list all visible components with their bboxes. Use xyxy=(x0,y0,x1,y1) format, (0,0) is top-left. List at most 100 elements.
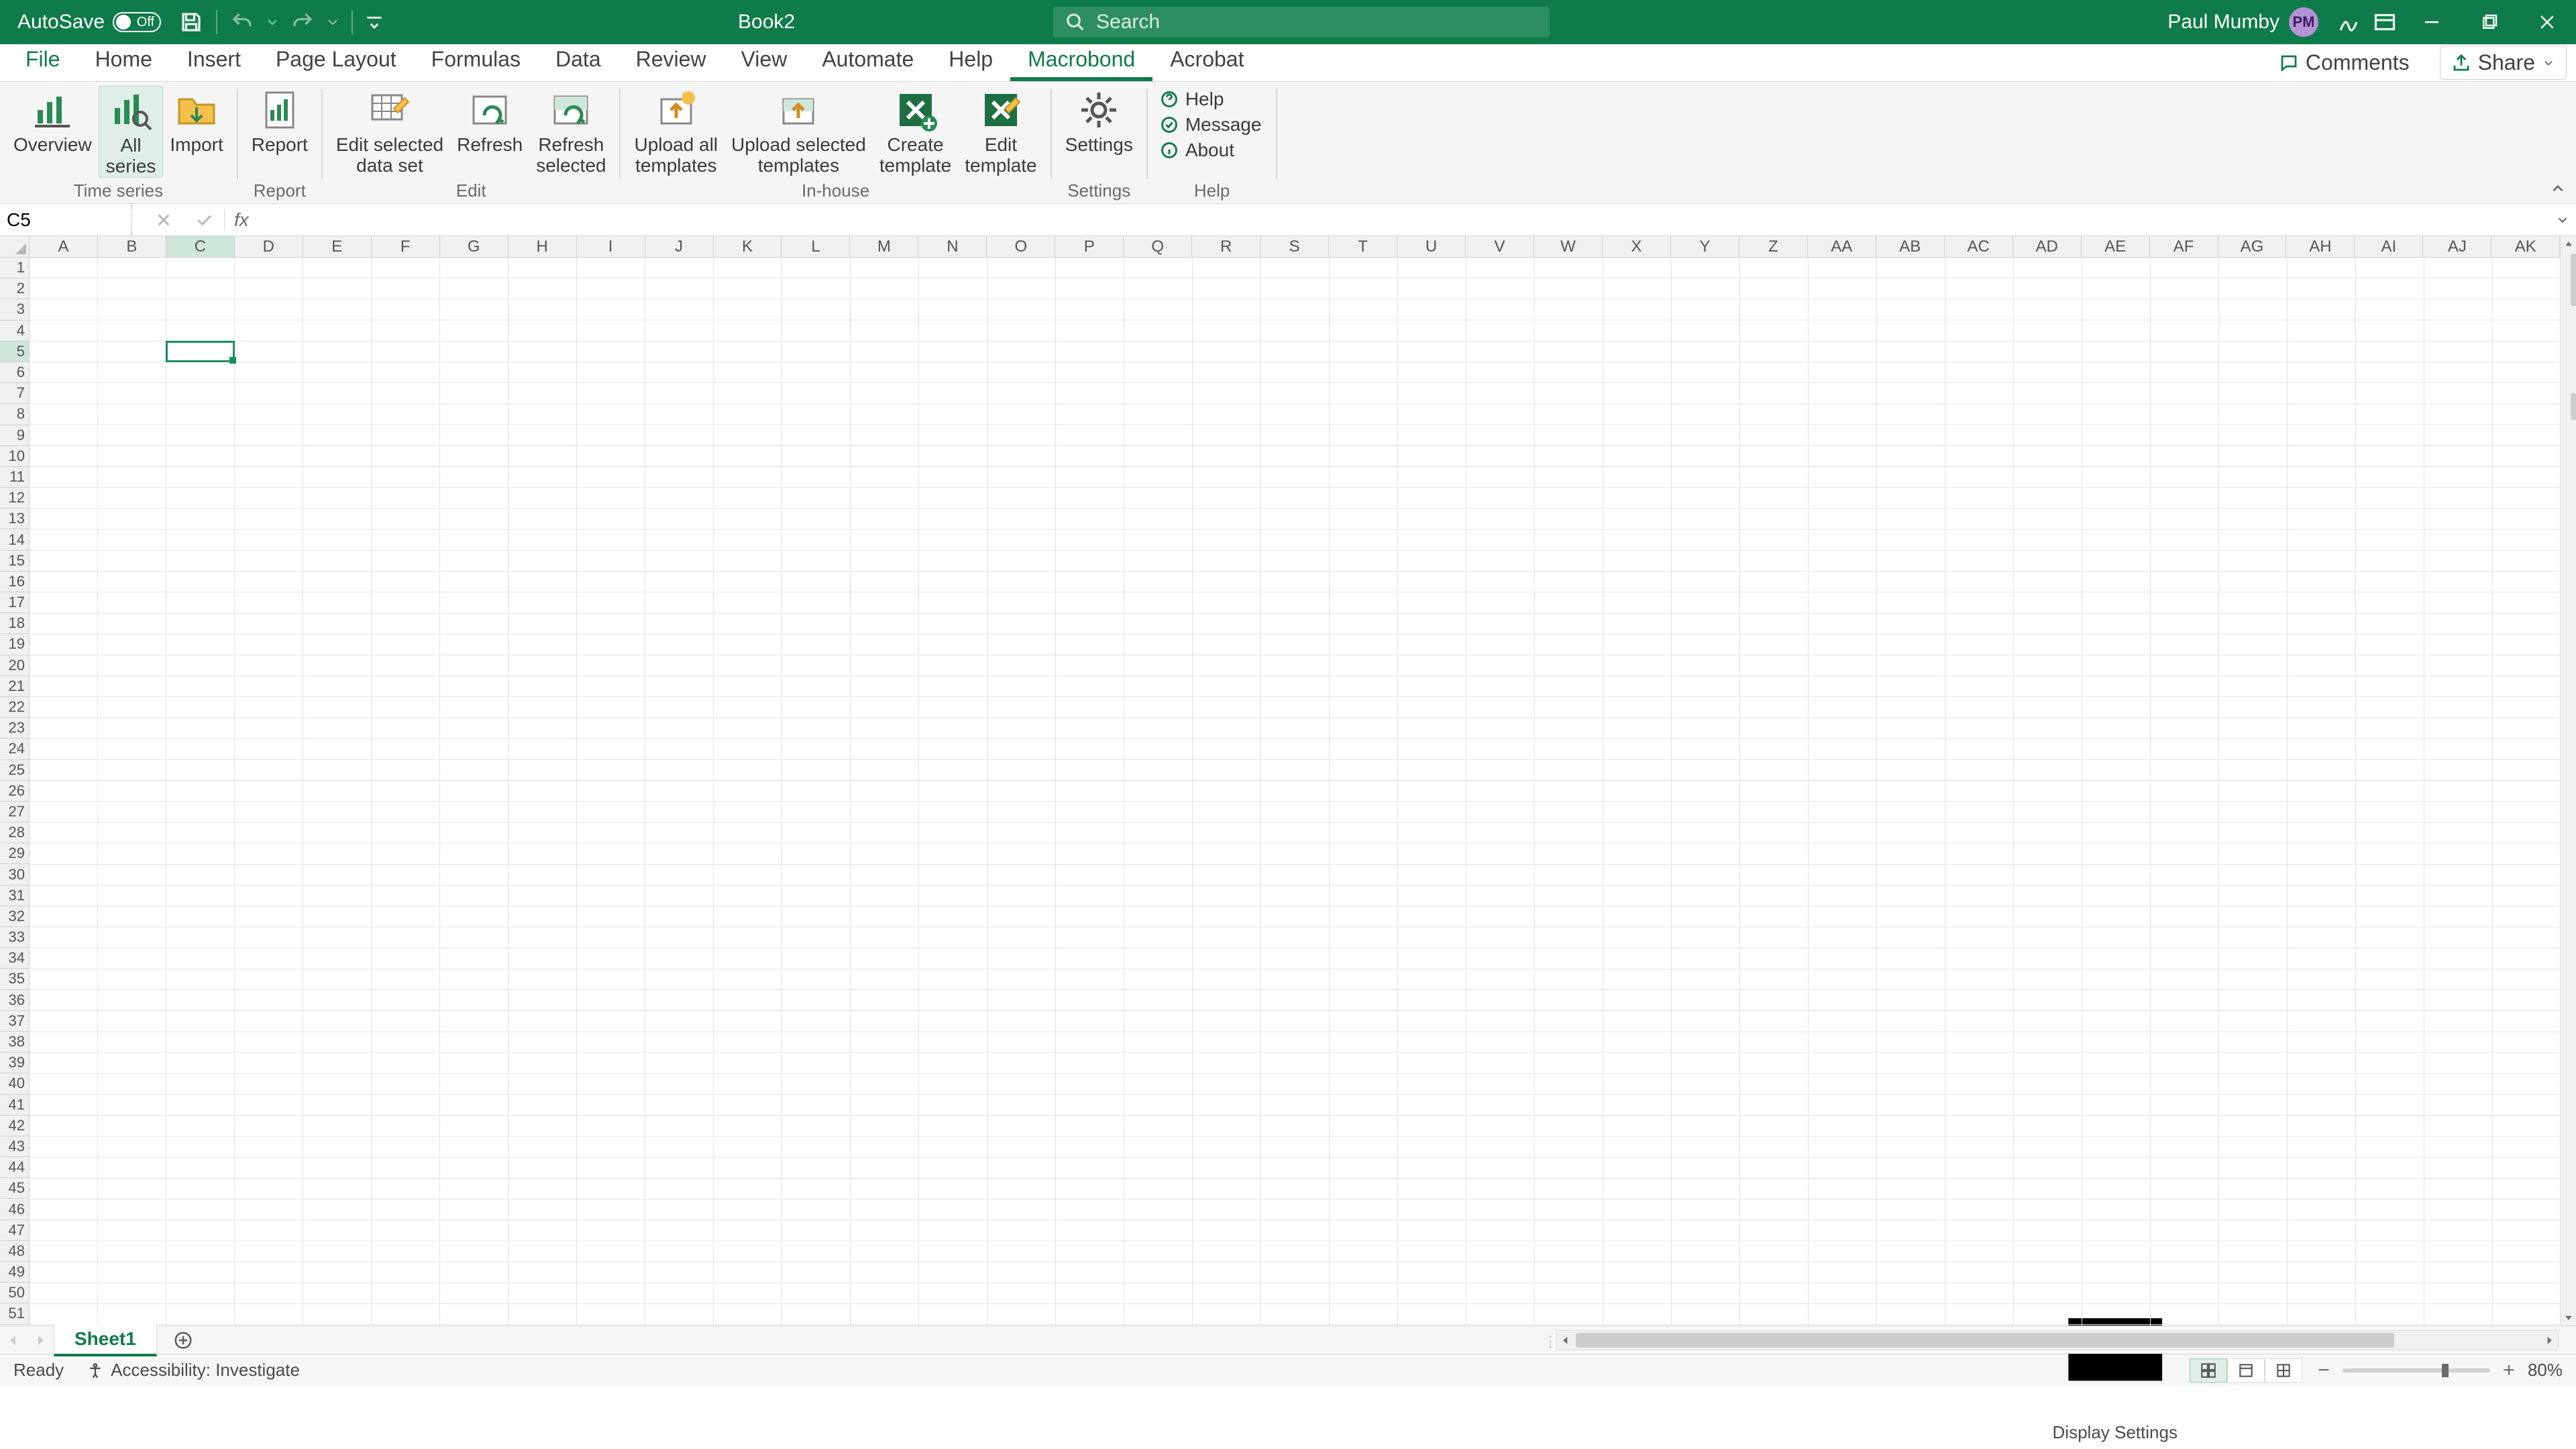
avatar[interactable]: PM xyxy=(2289,7,2318,37)
column-header-AF[interactable]: AF xyxy=(2150,236,2218,257)
refresh-button[interactable]: Refresh xyxy=(450,86,529,155)
normal-view-button[interactable] xyxy=(2190,1358,2227,1383)
scroll-left-button[interactable] xyxy=(1557,1335,1574,1346)
name-box[interactable] xyxy=(0,204,131,235)
save-icon[interactable] xyxy=(177,8,205,36)
row-header-36[interactable]: 36 xyxy=(0,990,30,1011)
row-header-13[interactable]: 13 xyxy=(0,508,30,529)
column-header-S[interactable]: S xyxy=(1260,236,1329,257)
row-header-1[interactable]: 1 xyxy=(0,258,30,278)
qat-customize-icon[interactable] xyxy=(364,8,385,36)
column-header-T[interactable]: T xyxy=(1329,236,1397,257)
settings-button[interactable]: Settings xyxy=(1059,86,1140,155)
import-button[interactable]: Import xyxy=(163,86,229,155)
user-name[interactable]: Paul Mumby xyxy=(2167,11,2279,34)
select-all-button[interactable] xyxy=(0,236,30,258)
column-header-Q[interactable]: Q xyxy=(1124,236,1192,257)
tab-insert[interactable]: Insert xyxy=(170,39,258,81)
row-header-37[interactable]: 37 xyxy=(0,1011,30,1032)
sheet-nav-next[interactable] xyxy=(27,1326,54,1354)
row-header-48[interactable]: 48 xyxy=(0,1241,30,1262)
row-header-47[interactable]: 47 xyxy=(0,1220,30,1241)
fx-label[interactable]: fx xyxy=(224,209,258,231)
redo-dropdown-icon[interactable] xyxy=(325,8,341,36)
column-header-A[interactable]: A xyxy=(30,236,98,257)
sheet-nav-prev[interactable] xyxy=(0,1326,27,1354)
zoom-slider[interactable] xyxy=(2343,1368,2490,1373)
column-header-AK[interactable]: AK xyxy=(2491,236,2560,257)
help-button[interactable]: Help xyxy=(1160,89,1262,110)
vertical-scrollbar[interactable] xyxy=(2560,236,2576,1326)
row-header-28[interactable]: 28 xyxy=(0,822,30,843)
upload-selected-templates-button[interactable]: Upload selected templates xyxy=(724,86,873,176)
row-header-2[interactable]: 2 xyxy=(0,278,30,299)
autosave-toggle[interactable]: Off xyxy=(113,12,161,32)
row-header-16[interactable]: 16 xyxy=(0,572,30,592)
column-headers[interactable]: ABCDEFGHIJKLMNOPQRSTUVWXYZAAABACADAEAFAG… xyxy=(30,236,2560,258)
row-header-35[interactable]: 35 xyxy=(0,969,30,989)
row-header-42[interactable]: 42 xyxy=(0,1116,30,1136)
scroll-down-button[interactable] xyxy=(2561,1309,2576,1326)
row-header-9[interactable]: 9 xyxy=(0,425,30,446)
row-header-4[interactable]: 4 xyxy=(0,321,30,341)
column-header-Y[interactable]: Y xyxy=(1671,236,1739,257)
row-header-22[interactable]: 22 xyxy=(0,697,30,718)
fill-handle[interactable] xyxy=(229,357,236,364)
row-header-45[interactable]: 45 xyxy=(0,1178,30,1199)
row-header-38[interactable]: 38 xyxy=(0,1032,30,1053)
tab-help[interactable]: Help xyxy=(931,39,1010,81)
expand-formula-bar-button[interactable] xyxy=(2549,213,2576,227)
row-header-44[interactable]: 44 xyxy=(0,1157,30,1178)
row-header-10[interactable]: 10 xyxy=(0,446,30,467)
column-header-AH[interactable]: AH xyxy=(2286,236,2355,257)
selected-cell[interactable] xyxy=(166,341,235,362)
row-header-15[interactable]: 15 xyxy=(0,551,30,572)
tab-file[interactable]: File xyxy=(8,39,78,81)
zoom-in-button[interactable]: + xyxy=(2500,1361,2518,1380)
upload-all-templates-button[interactable]: Upload all templates xyxy=(627,86,724,176)
ribbon-mode-icon[interactable] xyxy=(2371,8,2399,36)
column-header-H[interactable]: H xyxy=(508,236,577,257)
row-header-50[interactable]: 50 xyxy=(0,1283,30,1303)
row-header-51[interactable]: 51 xyxy=(0,1303,30,1324)
tab-page-layout[interactable]: Page Layout xyxy=(258,39,414,81)
tab-review[interactable]: Review xyxy=(619,39,724,81)
column-header-W[interactable]: W xyxy=(1534,236,1603,257)
row-header-41[interactable]: 41 xyxy=(0,1095,30,1116)
zoom-level[interactable]: 80% xyxy=(2528,1360,2563,1381)
column-header-D[interactable]: D xyxy=(235,236,303,257)
column-header-O[interactable]: O xyxy=(987,236,1055,257)
formula-input[interactable] xyxy=(258,209,2549,231)
row-header-6[interactable]: 6 xyxy=(0,362,30,383)
column-header-V[interactable]: V xyxy=(1466,236,1534,257)
row-header-26[interactable]: 26 xyxy=(0,781,30,802)
column-header-R[interactable]: R xyxy=(1192,236,1260,257)
scroll-up-button[interactable] xyxy=(2561,236,2576,252)
tab-data[interactable]: Data xyxy=(538,39,619,81)
column-header-AG[interactable]: AG xyxy=(2218,236,2287,257)
column-header-AC[interactable]: AC xyxy=(1945,236,2013,257)
column-header-AD[interactable]: AD xyxy=(2013,236,2082,257)
vscroll-thumb[interactable] xyxy=(2571,254,2576,306)
refresh-selected-button[interactable]: Refresh selected xyxy=(529,86,612,176)
tab-view[interactable]: View xyxy=(724,39,805,81)
row-header-49[interactable]: 49 xyxy=(0,1262,30,1283)
about-button[interactable]: About xyxy=(1160,140,1262,161)
autosave-control[interactable]: AutoSave Off xyxy=(0,11,173,34)
tab-home[interactable]: Home xyxy=(78,39,170,81)
tab-automate[interactable]: Automate xyxy=(804,39,931,81)
column-header-M[interactable]: M xyxy=(850,236,918,257)
close-button[interactable] xyxy=(2518,0,2576,44)
column-header-X[interactable]: X xyxy=(1603,236,1671,257)
row-header-29[interactable]: 29 xyxy=(0,843,30,864)
column-header-E[interactable]: E xyxy=(303,236,372,257)
undo-dropdown-icon[interactable] xyxy=(264,8,280,36)
column-header-AJ[interactable]: AJ xyxy=(2423,236,2491,257)
row-header-18[interactable]: 18 xyxy=(0,613,30,634)
row-header-33[interactable]: 33 xyxy=(0,927,30,948)
vscroll-split-thumb[interactable] xyxy=(2571,393,2576,420)
row-header-14[interactable]: 14 xyxy=(0,529,30,550)
tab-formulas[interactable]: Formulas xyxy=(414,39,538,81)
report-button[interactable]: Report xyxy=(245,86,315,155)
row-header-17[interactable]: 17 xyxy=(0,592,30,613)
